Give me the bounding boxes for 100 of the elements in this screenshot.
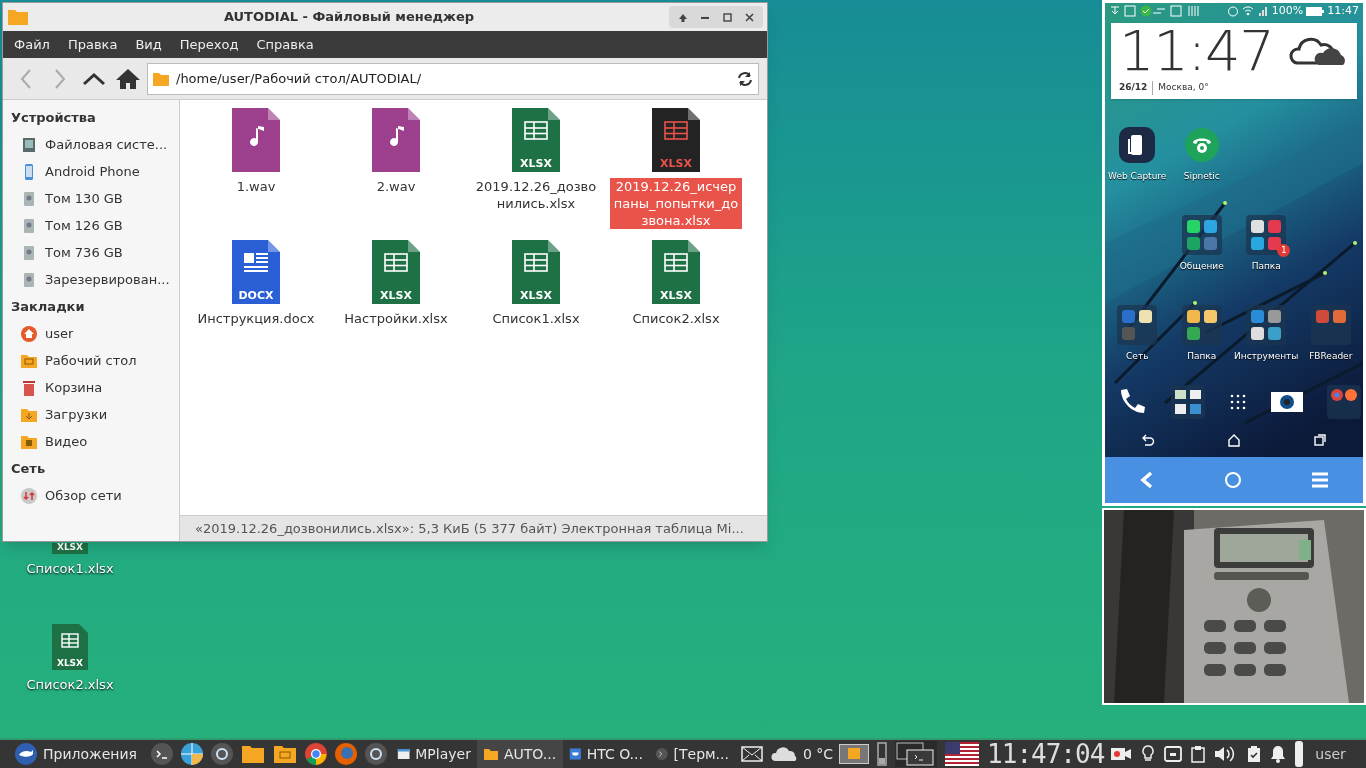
app-label[interactable]: Общение (1179, 260, 1224, 274)
folder-icon[interactable] (1246, 305, 1287, 345)
spreadsheet-icon[interactable]: XLSX (652, 240, 700, 304)
app-icon[interactable] (1119, 127, 1156, 163)
weather-temperature: 0 °C (802, 744, 834, 764)
network-icon (21, 487, 37, 504)
sidebar-item[interactable]: Рабочий стол (45, 350, 137, 371)
app-label[interactable]: FBReader (1309, 350, 1353, 364)
app-label[interactable]: Sipnetic (1183, 170, 1220, 184)
folder-icon[interactable] (272, 744, 297, 764)
sidebar-item[interactable]: Файловая систе... (45, 134, 168, 155)
workspace-switcher-icon[interactable] (895, 741, 938, 767)
alarm-icon (1226, 5, 1239, 17)
network-icon[interactable] (1164, 745, 1183, 763)
sidebar-item[interactable]: Зарезервирован... (45, 269, 170, 290)
bell-icon[interactable] (1270, 745, 1287, 763)
signal-icon (1256, 5, 1269, 17)
drive-icon (21, 136, 37, 153)
spreadsheet-icon[interactable]: XLSX (512, 108, 560, 172)
file-name[interactable]: Список1.xlsx (470, 310, 602, 327)
document-icon[interactable]: DOCX (232, 240, 280, 304)
sidebar-item[interactable]: user (45, 323, 74, 344)
folder-icon[interactable] (1181, 215, 1222, 255)
home-icon[interactable] (1227, 433, 1241, 447)
folder-icon[interactable] (1171, 385, 1205, 419)
terminal-icon[interactable] (150, 743, 173, 765)
spreadsheet-icon[interactable]: XLSX (652, 108, 700, 172)
app-label[interactable]: Папка (1251, 260, 1281, 274)
apps-grid-icon[interactable] (1229, 393, 1247, 411)
drive-icon (21, 244, 37, 261)
folder-icon[interactable] (1181, 305, 1222, 345)
folder-icon[interactable] (1117, 305, 1158, 345)
file-name[interactable]: Список2.xlsx (610, 310, 742, 327)
taskbar-button[interactable]: MPlayer (390, 740, 477, 768)
workspace-icon[interactable] (877, 742, 888, 766)
file-name[interactable]: Настройки.xlsx (330, 310, 462, 327)
sidebar-item[interactable]: Том 130 GB (45, 188, 123, 209)
circle-icon[interactable] (210, 743, 233, 765)
app-label[interactable]: Web Capture (1108, 170, 1167, 184)
video-camera-icon[interactable] (1110, 746, 1133, 762)
audio-file-icon[interactable] (232, 108, 280, 172)
file-name[interactable]: 1.wav (190, 178, 322, 195)
folder-icon[interactable] (240, 744, 265, 764)
logo-icon (14, 742, 38, 766)
file-type-label: XLSX (659, 158, 693, 169)
app-label[interactable]: Инструменты (1234, 350, 1299, 364)
drive-icon (21, 271, 37, 288)
file-name[interactable]: Инструкция.docx (190, 310, 322, 327)
sidebar-item[interactable]: Том 126 GB (45, 215, 123, 236)
back-icon[interactable] (1141, 433, 1155, 447)
minimize-icon (701, 15, 709, 19)
menu-item[interactable]: Вид (126, 34, 171, 55)
drive-icon (21, 217, 37, 234)
file-name[interactable]: 2019.12.26_дозвонились.xlsx (470, 178, 602, 212)
spreadsheet-icon[interactable]: XLSX (372, 240, 420, 304)
folder-icon[interactable] (1327, 385, 1361, 419)
sidebar-item[interactable]: Корзина (45, 377, 103, 398)
app-label[interactable]: Папка (1187, 350, 1217, 364)
file-type-label: XLSX (379, 290, 413, 301)
audio-file-icon[interactable] (372, 108, 420, 172)
sidebar-item[interactable]: Видео (45, 431, 88, 452)
taskbar-button[interactable]: HTC O... (562, 740, 649, 768)
battery-icon[interactable] (1247, 745, 1262, 763)
folder-icon[interactable] (1246, 215, 1287, 255)
file-name[interactable]: 2.wav (330, 178, 462, 195)
flag-icon[interactable] (945, 742, 980, 766)
menu-icon[interactable] (1310, 472, 1329, 488)
window-thumbnail-icon[interactable] (839, 744, 870, 764)
menu-item[interactable]: Переход (170, 34, 248, 55)
menu-item[interactable]: Файл (5, 34, 59, 55)
taskbar-button[interactable]: AUTO... (476, 740, 563, 768)
sidebar-item[interactable]: Загрузки (45, 404, 108, 425)
file-type-label: XLSX (55, 659, 85, 668)
calculator-icon[interactable] (180, 743, 203, 765)
mail-icon[interactable] (740, 746, 763, 762)
sidebar-item[interactable]: Обзор сети (45, 485, 122, 506)
lightbulb-icon[interactable] (1141, 745, 1156, 763)
address-field[interactable]: /home/user/Рабочий стол/AUTODIAL/ (147, 62, 759, 95)
sidebar-item[interactable]: Android Phone (45, 161, 140, 182)
recent-apps-icon[interactable] (1313, 433, 1327, 447)
sidebar-item[interactable]: Том 736 GB (45, 242, 123, 263)
app-label[interactable]: Сеть (1126, 350, 1149, 364)
start-button[interactable]: Приложения (0, 740, 147, 768)
section-heading: Устройства (10, 108, 97, 127)
firefox-icon[interactable] (334, 743, 357, 765)
refresh-icon[interactable] (736, 69, 754, 88)
user-name[interactable]: user (1315, 743, 1346, 765)
circle-icon[interactable] (364, 743, 387, 765)
taskbar-button[interactable]: [Терм... (648, 740, 735, 768)
clock: 11:47:04 (987, 741, 1105, 767)
menu-item[interactable]: Справка (247, 34, 323, 55)
camera-app-icon[interactable] (1271, 390, 1303, 414)
spreadsheet-icon[interactable]: XLSX (52, 624, 88, 670)
file-name[interactable]: 2019.12.26_исчерпаны_попытки_дозвона.xlsx (610, 178, 742, 229)
menu-item[interactable]: Правка (58, 34, 127, 55)
trash-icon (21, 379, 37, 396)
spreadsheet-icon[interactable]: XLSX (512, 240, 560, 304)
clipboard-icon[interactable] (1191, 745, 1206, 763)
chrome-icon[interactable] (304, 743, 327, 765)
clock-location: Москва, 0° (1158, 81, 1209, 94)
